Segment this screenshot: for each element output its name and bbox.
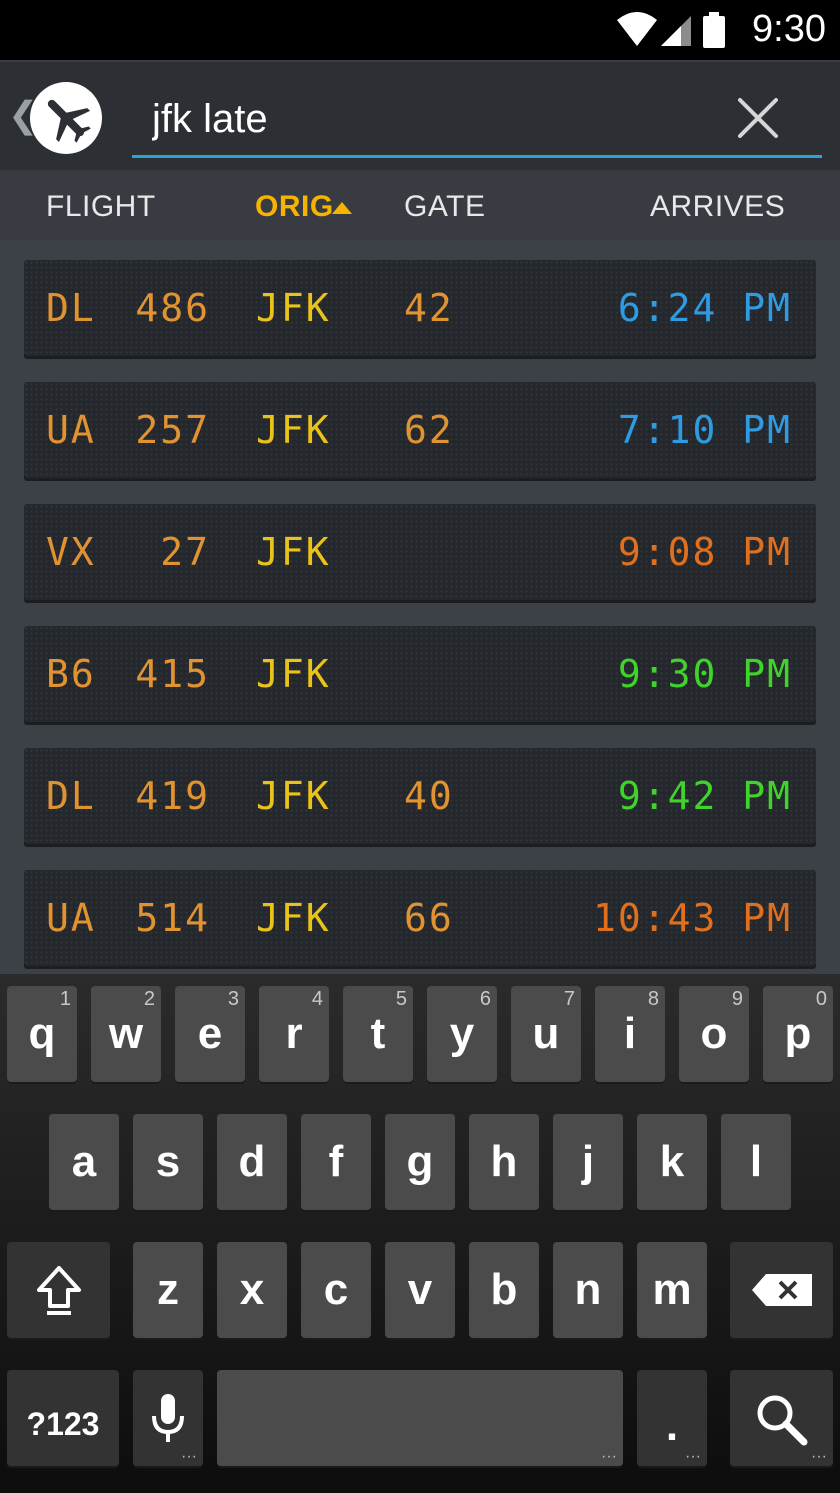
status-bar: 9:30 xyxy=(0,0,840,60)
key-m[interactable]: m xyxy=(637,1242,707,1338)
shift-key[interactable] xyxy=(7,1242,110,1338)
key-v[interactable]: v xyxy=(385,1242,455,1338)
key-u[interactable]: 7u xyxy=(511,986,581,1082)
origin-code: JFK xyxy=(256,408,331,452)
key-s[interactable]: s xyxy=(133,1114,203,1210)
origin-code: JFK xyxy=(256,530,331,574)
action-bar: ❮ xyxy=(0,60,840,170)
arrival-time: 9:42 PM xyxy=(617,774,792,818)
key-a[interactable]: a xyxy=(49,1114,119,1210)
key-f[interactable]: f xyxy=(301,1114,371,1210)
key-q[interactable]: 1q xyxy=(7,986,77,1082)
period-key[interactable]: . ··· xyxy=(637,1370,707,1466)
flight-row[interactable]: VX 27 JFK 9:08 PM xyxy=(24,504,816,600)
airline-code: UA xyxy=(46,896,96,940)
key-y[interactable]: 6y xyxy=(427,986,497,1082)
flight-number: 486 xyxy=(135,286,210,330)
flight-number: 257 xyxy=(135,408,210,452)
airline-code: VX xyxy=(46,530,96,574)
symbols-key[interactable]: ?123 xyxy=(7,1370,119,1466)
key-l[interactable]: l xyxy=(721,1114,791,1210)
clock: 9:30 xyxy=(752,8,826,50)
airline-code: DL xyxy=(46,774,96,818)
arrival-time: 7:10 PM xyxy=(617,408,792,452)
key-t[interactable]: 5t xyxy=(343,986,413,1082)
flight-row[interactable]: UA 514 JFK 66 10:43 PM xyxy=(24,870,816,966)
origin-code: JFK xyxy=(256,896,331,940)
flight-row[interactable]: DL 419 JFK 40 9:42 PM xyxy=(24,748,816,844)
column-header-bar: FLIGHT ORIG GATE ARRIVES xyxy=(0,170,840,240)
flight-number: 514 xyxy=(135,896,210,940)
airplane-icon xyxy=(47,99,91,143)
backspace-key[interactable] xyxy=(730,1242,833,1338)
key-c[interactable]: c xyxy=(301,1242,371,1338)
column-gate[interactable]: GATE xyxy=(404,190,485,224)
app-logo-button[interactable] xyxy=(30,82,102,154)
signal-icon xyxy=(661,16,691,46)
key-n[interactable]: n xyxy=(553,1242,623,1338)
key-k[interactable]: k xyxy=(637,1114,707,1210)
column-orig[interactable]: ORIG xyxy=(255,190,334,224)
key-h[interactable]: h xyxy=(469,1114,539,1210)
key-d[interactable]: d xyxy=(217,1114,287,1210)
key-p[interactable]: 0p xyxy=(763,986,833,1082)
key-r[interactable]: 4r xyxy=(259,986,329,1082)
search-field[interactable] xyxy=(132,82,822,158)
origin-code: JFK xyxy=(256,652,331,696)
search-input[interactable] xyxy=(152,92,712,146)
key-w[interactable]: 2w xyxy=(91,986,161,1082)
key-z[interactable]: z xyxy=(133,1242,203,1338)
space-key[interactable]: ··· xyxy=(217,1370,623,1466)
close-icon[interactable] xyxy=(734,94,782,142)
arrival-time: 9:30 PM xyxy=(617,652,792,696)
airline-code: UA xyxy=(46,408,96,452)
key-j[interactable]: j xyxy=(553,1114,623,1210)
column-arrives[interactable]: ARRIVES xyxy=(650,190,785,224)
backspace-icon xyxy=(752,1274,812,1306)
flight-number: 419 xyxy=(135,774,210,818)
voice-input-key[interactable]: ··· xyxy=(133,1370,203,1466)
gate-number: 42 xyxy=(404,286,454,330)
wifi-icon xyxy=(617,12,657,46)
arrival-time: 10:43 PM xyxy=(592,896,792,940)
gate-number: 66 xyxy=(404,896,454,940)
key-b[interactable]: b xyxy=(469,1242,539,1338)
key-g[interactable]: g xyxy=(385,1114,455,1210)
flight-number: 415 xyxy=(135,652,210,696)
origin-code: JFK xyxy=(256,774,331,818)
status-icons xyxy=(617,12,725,48)
sort-ascending-icon xyxy=(332,202,352,214)
flight-row[interactable]: DL 486 JFK 42 6:24 PM xyxy=(24,260,816,356)
gate-number: 40 xyxy=(404,774,454,818)
microphone-icon xyxy=(152,1394,184,1442)
soft-keyboard: 1q 2w 3e 4r 5t 6y 7u 8i 9o 0p a s d f g … xyxy=(0,974,840,1493)
flight-list: DL 486 JFK 42 6:24 PM UA 257 JFK 62 7:10… xyxy=(0,240,840,974)
origin-code: JFK xyxy=(256,286,331,330)
battery-icon xyxy=(703,12,725,48)
arrival-time: 9:08 PM xyxy=(617,530,792,574)
shift-icon xyxy=(37,1266,81,1315)
flight-row[interactable]: B6 415 JFK 9:30 PM xyxy=(24,626,816,722)
flight-row[interactable]: UA 257 JFK 62 7:10 PM xyxy=(24,382,816,478)
gate-number: 62 xyxy=(404,408,454,452)
flight-number: 27 xyxy=(160,530,210,574)
arrival-time: 6:24 PM xyxy=(617,286,792,330)
key-x[interactable]: x xyxy=(217,1242,287,1338)
key-o[interactable]: 9o xyxy=(679,986,749,1082)
search-key[interactable]: ··· xyxy=(730,1370,833,1466)
search-icon xyxy=(757,1395,808,1446)
airline-code: DL xyxy=(46,286,96,330)
airline-code: B6 xyxy=(46,652,96,696)
key-i[interactable]: 8i xyxy=(595,986,665,1082)
column-flight[interactable]: FLIGHT xyxy=(46,190,156,224)
key-e[interactable]: 3e xyxy=(175,986,245,1082)
